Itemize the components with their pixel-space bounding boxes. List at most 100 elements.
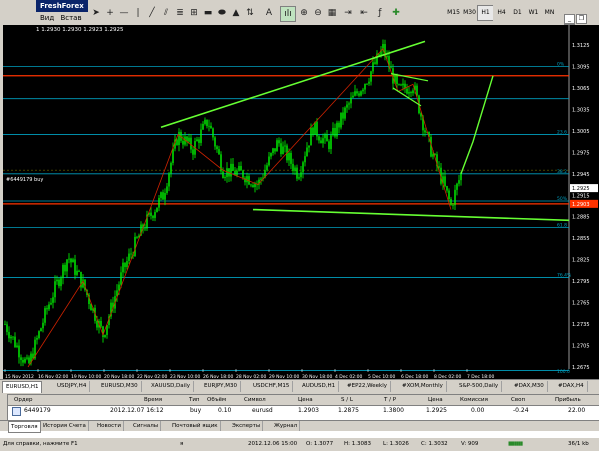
candle-body: [310, 127, 312, 146]
tab-audusd-h1[interactable]: AUDUSD,H1: [299, 381, 340, 392]
zoom-in-icon[interactable]: ⊕: [298, 6, 310, 20]
tf-h4[interactable]: H4: [493, 5, 510, 21]
cell-tp: 1.3800: [383, 407, 404, 414]
tab-eurjpy-m30[interactable]: EURJPY,M30: [201, 381, 241, 392]
triangle-icon[interactable]: ▲: [230, 6, 242, 20]
candle-body: [232, 163, 234, 171]
col-swap[interactable]: Своп: [511, 395, 525, 405]
candle-body: [52, 297, 54, 303]
col-volume[interactable]: Объём: [207, 395, 226, 405]
hline-icon[interactable]: —: [118, 6, 130, 20]
menu-insert[interactable]: Встав: [60, 14, 81, 22]
col-profit[interactable]: Прибыль: [555, 395, 581, 405]
candle-body: [170, 162, 172, 174]
candle-body: [230, 163, 232, 177]
bar-chart-icon[interactable]: ılı: [280, 6, 296, 22]
candle-body: [48, 304, 50, 310]
tab-dax-m30[interactable]: #DAX,M30: [511, 381, 548, 392]
price-tick-label: 1.2705: [572, 344, 590, 350]
col-current-price[interactable]: Цена: [428, 395, 443, 405]
tab-xom-monthly[interactable]: #XOM,Monthly: [399, 381, 447, 392]
candle-body: [402, 83, 404, 86]
candle-body: [406, 88, 408, 94]
minimize-icon[interactable]: _: [564, 14, 575, 24]
tf-h1[interactable]: H1: [477, 5, 494, 21]
col-sl[interactable]: S / L: [341, 395, 353, 405]
order-icon: [12, 407, 21, 416]
candle-body: [246, 176, 248, 183]
upper-trendline: [160, 40, 426, 129]
zoom-out-icon[interactable]: ⊖: [312, 6, 324, 20]
candle-body: [218, 149, 220, 155]
templates-icon[interactable]: ✚: [390, 6, 402, 20]
connection-bars-icon: ▮▮▮▮▮▮▮: [508, 441, 523, 447]
tf-m30[interactable]: M30: [461, 5, 478, 21]
ttab-history[interactable]: История Счета: [41, 421, 89, 431]
ttab-mailbox[interactable]: Почтовый ящик: [170, 421, 221, 431]
arrows-icon[interactable]: ⇅: [244, 6, 256, 20]
channel-icon[interactable]: ⫽: [160, 6, 172, 20]
col-type[interactable]: Тип: [189, 395, 200, 405]
col-order[interactable]: Ордер: [14, 395, 33, 405]
indicators-icon[interactable]: ƒ: [374, 6, 386, 20]
candle-body: [254, 183, 256, 188]
candle-body: [26, 357, 28, 359]
gann-icon[interactable]: ⊞: [188, 6, 200, 20]
tab-dax-h4[interactable]: #DAX,H4: [555, 381, 588, 392]
text-icon[interactable]: A: [263, 6, 275, 20]
window-controls: _❐×: [563, 14, 597, 34]
tab-eurusd-h1[interactable]: EURUSD,H1: [2, 381, 43, 393]
ellipse-icon[interactable]: ⬬: [216, 6, 228, 20]
tf-d1[interactable]: D1: [509, 5, 526, 21]
restore-icon[interactable]: ❐: [576, 14, 587, 24]
chart-shift-icon[interactable]: ⇥: [342, 6, 354, 20]
candle-body: [298, 177, 300, 179]
tile-windows-icon[interactable]: ▦: [326, 6, 338, 20]
price-tick-label: 1.2975: [572, 150, 590, 156]
vline-icon[interactable]: |: [132, 6, 144, 20]
tf-w1[interactable]: W1: [525, 5, 542, 21]
price-chart[interactable]: 1.3125 1.3095 1.3065 1.3035 1.3005 1.2975 1.29…: [3, 25, 599, 381]
candle-body: [352, 95, 354, 98]
candle-body: [252, 185, 254, 188]
candle-body: [294, 167, 296, 171]
candle-body: [398, 84, 400, 85]
fibo-icon[interactable]: ≣: [174, 6, 186, 20]
tf-m15[interactable]: M15: [445, 5, 462, 21]
price-tick-label: 1.2765: [572, 301, 590, 307]
trendline-icon[interactable]: ╱: [146, 6, 158, 20]
col-time[interactable]: Время: [144, 395, 162, 405]
status-high: H: 1.3083: [344, 441, 371, 447]
table-row[interactable]: 6449179 2012.12.07 16:12 buy 0.10 eurusd…: [0, 406, 599, 416]
ttab-news[interactable]: Новости: [95, 421, 124, 431]
col-commission[interactable]: Комиссия: [460, 395, 488, 405]
crosshair-icon[interactable]: +: [104, 6, 116, 20]
tab-eurusd-m30[interactable]: EURUSD,M30: [98, 381, 142, 392]
autoscroll-icon[interactable]: ⇤: [358, 6, 370, 20]
cursor-icon[interactable]: ➤: [90, 6, 102, 20]
candle-body: [244, 177, 246, 183]
ttab-trade[interactable]: Торговля: [8, 421, 41, 433]
candle-body: [356, 91, 358, 94]
col-price[interactable]: Цена: [298, 395, 313, 405]
tf-mn[interactable]: MN: [541, 5, 558, 21]
status-volume: V: 909: [461, 441, 479, 447]
candle-body: [272, 148, 274, 154]
tab-usdchf-m15[interactable]: USDCHF,M15: [250, 381, 294, 392]
ttab-experts[interactable]: Эксперты: [230, 421, 264, 431]
rectangle-icon[interactable]: ▬: [202, 6, 214, 20]
menu-view[interactable]: Вид: [40, 14, 54, 22]
candle-body: [340, 112, 342, 128]
ttab-journal[interactable]: Журнал: [272, 421, 301, 431]
col-symbol[interactable]: Символ: [244, 395, 266, 405]
candle-body: [400, 84, 402, 86]
col-tp[interactable]: T / P: [384, 395, 396, 405]
ttab-signals[interactable]: Сигналы: [131, 421, 162, 431]
tab-usdjpy-h4[interactable]: USDJPY,H4: [54, 381, 91, 392]
candle-body: [72, 259, 74, 263]
candle-body: [372, 62, 374, 72]
tab-ep22-weekly[interactable]: #EP22,Weekly: [344, 381, 391, 392]
tab-xauusd-daily[interactable]: XAUUSD,Daily: [148, 381, 194, 392]
tab-sp500-daily[interactable]: S&P-500,Daily: [456, 381, 503, 392]
candle-body: [454, 189, 456, 206]
